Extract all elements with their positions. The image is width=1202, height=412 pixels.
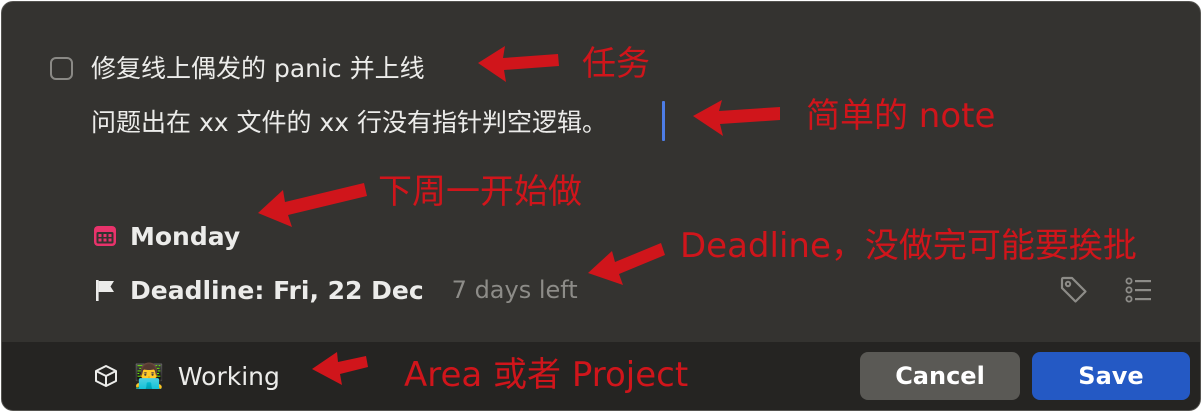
checklist-icon[interactable] — [1122, 274, 1154, 306]
cancel-button[interactable]: Cancel — [860, 352, 1020, 400]
annotation-note: 简单的 note — [806, 96, 996, 136]
task-note-field[interactable]: 问题出在 xx 文件的 xx 行没有指针判空逻辑。 — [91, 106, 607, 140]
annotation-deadline: Deadline，没做完可能要挨批 — [680, 226, 1137, 266]
when-date-label: Monday — [130, 221, 241, 251]
deadline-row[interactable]: Deadline: Fri, 22 Dec 7 days left — [92, 272, 578, 308]
when-date-row[interactable]: Monday — [92, 218, 240, 254]
task-title-field[interactable]: 修复线上偶发的 panic 并上线 — [91, 52, 425, 86]
area-emoji: 👨‍💻 — [134, 362, 164, 390]
days-left-text: 7 days left — [451, 276, 578, 304]
save-button[interactable]: Save — [1032, 352, 1190, 400]
area-project-picker[interactable]: 👨‍💻 Working — [92, 356, 280, 396]
deadline-label: Deadline: Fri, 22 Dec — [130, 275, 424, 305]
box-icon — [95, 365, 117, 387]
flag-icon — [96, 280, 114, 301]
task-complete-checkbox[interactable] — [50, 57, 73, 80]
area-label: Working — [177, 361, 280, 391]
calendar-icon — [94, 226, 116, 246]
tag-icon[interactable] — [1058, 274, 1090, 306]
text-caret — [662, 101, 665, 141]
annotation-area: Area 或者 Project — [404, 355, 689, 395]
annotation-start: 下周一开始做 — [378, 172, 582, 212]
annotation-task: 任务 — [582, 44, 650, 84]
